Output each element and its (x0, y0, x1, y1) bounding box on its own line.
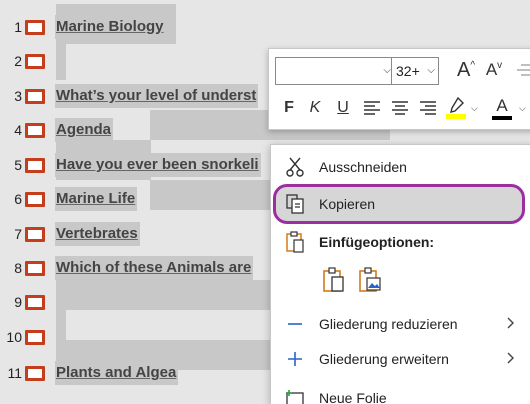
outline-row[interactable]: 6 Marine Life (0, 184, 138, 214)
new-slide-icon (271, 389, 319, 404)
grow-font-label: A (456, 58, 471, 81)
outline-row[interactable]: 10 (0, 322, 55, 352)
selection-block (56, 40, 66, 80)
slide-icon[interactable] (25, 88, 45, 104)
menu-item-copy[interactable]: Kopieren (271, 187, 530, 221)
slide-title[interactable]: Which of these Animals are (55, 256, 254, 280)
menu-item-label: Gliederung erweitern (319, 351, 449, 367)
slide-title[interactable]: Have you ever been snorkeli (55, 153, 261, 177)
slide-title[interactable]: Marine Life (55, 187, 138, 211)
highlighter-icon[interactable] (445, 93, 467, 123)
clipboard-icon (271, 231, 319, 253)
outline-row[interactable]: 4 Agenda (0, 115, 114, 145)
chevron-right-icon (507, 316, 530, 332)
slide-title[interactable]: Agenda (55, 118, 114, 142)
font-name-combobox[interactable]: ⌵ (275, 57, 395, 85)
outline-row[interactable]: 7 Vertebrates (0, 219, 140, 249)
scissors-icon (271, 157, 319, 177)
slide-number: 3 (14, 88, 22, 104)
italic-button[interactable]: K (305, 95, 325, 121)
paste-keep-source-button[interactable] (319, 265, 349, 295)
menu-item-collapse[interactable]: Gliederung reduzieren (271, 307, 530, 341)
chevron-down-icon[interactable]: ⌵ (471, 103, 478, 114)
selection-block (56, 280, 271, 310)
slide-title[interactable]: Plants and Algea (55, 361, 179, 385)
paste-picture-icon (359, 267, 381, 292)
underline-button[interactable]: U (333, 95, 353, 121)
selection-block (150, 180, 270, 210)
menu-item-label: Ausschneiden (319, 159, 407, 175)
minus-icon (271, 322, 319, 326)
slide-icon[interactable] (25, 157, 45, 173)
copy-icon (271, 194, 319, 214)
slide-icon[interactable] (25, 19, 45, 35)
slide-number: 2 (14, 53, 22, 69)
align-left-icon[interactable] (361, 95, 383, 121)
slide-number: 11 (7, 365, 22, 381)
shrink-font-button[interactable]: Av (483, 58, 505, 82)
slide-icon[interactable] (25, 329, 45, 345)
slide-icon[interactable] (25, 365, 45, 381)
outline-row[interactable]: 9 (0, 287, 55, 317)
chevron-down-icon[interactable]: ⌵ (427, 65, 435, 76)
outline-row[interactable]: 1 Marine Biology (0, 12, 166, 42)
slide-number: 8 (14, 260, 22, 276)
mini-toolbar: ⌵ 32+ ⌵ A ^ Av F K U ⌵ A ⌵ (268, 48, 530, 130)
chevron-right-icon (507, 351, 530, 367)
slide-icon[interactable] (25, 53, 45, 69)
shrink-font-label: A (485, 60, 498, 79)
slide-number: 1 (14, 19, 22, 35)
slide-title[interactable]: Marine Biology (55, 15, 166, 39)
menu-item-label: Neue Folie (319, 390, 387, 404)
outline-row[interactable]: 2 (0, 46, 55, 76)
menu-item-label: Gliederung reduzieren (319, 316, 458, 332)
slide-icon[interactable] (25, 191, 45, 207)
align-right-icon[interactable] (417, 95, 439, 121)
plus-icon (271, 351, 319, 367)
slide-number: 7 (14, 226, 22, 242)
slide-title[interactable]: What’s your level of underst (55, 84, 259, 108)
outline-row[interactable]: 5 Have you ever been snorkeli (0, 150, 261, 180)
slide-icon[interactable] (25, 260, 45, 276)
menu-item-label: Kopieren (319, 196, 376, 212)
slide-number: 4 (14, 122, 22, 138)
paste-options-header: Einfügeoptionen: (271, 225, 530, 259)
outline-row[interactable]: 3 What’s your level of underst (0, 81, 259, 111)
font-size-value: 32+ (396, 63, 420, 79)
paste-keep-source-icon (323, 267, 344, 292)
font-size-combobox[interactable]: 32+ ⌵ (391, 57, 439, 85)
caret-up-icon: ^ (470, 59, 476, 71)
caret-down-icon: v (497, 59, 503, 71)
context-menu: Ausschneiden Kopieren Einfügeoptionen: G… (270, 144, 530, 404)
slide-icon[interactable] (25, 122, 45, 138)
slide-number: 6 (14, 191, 22, 207)
paste-as-picture-button[interactable] (355, 265, 385, 295)
slide-number: 10 (6, 329, 22, 345)
menu-item-expand[interactable]: Gliederung erweitern (271, 342, 530, 376)
slide-icon[interactable] (25, 294, 45, 310)
align-center-icon[interactable] (389, 95, 411, 121)
chevron-down-icon[interactable]: ⌵ (383, 65, 391, 76)
list-icon[interactable] (513, 58, 530, 82)
font-color-button[interactable]: A (491, 93, 513, 123)
slide-title[interactable]: Vertebrates (55, 222, 140, 246)
slide-number: 9 (14, 294, 22, 310)
menu-item-new-slide[interactable]: Neue Folie (271, 381, 530, 404)
bold-button[interactable]: F (279, 95, 299, 121)
outline-row[interactable]: 11 Plants and Algea (0, 358, 179, 388)
grow-font-button[interactable]: A ^ (455, 58, 477, 82)
menu-item-cut[interactable]: Ausschneiden (271, 150, 530, 184)
font-color-label: A (496, 96, 508, 115)
chevron-down-icon[interactable]: ⌵ (519, 103, 526, 114)
slide-number: 5 (14, 157, 22, 173)
slide-icon[interactable] (25, 226, 45, 242)
outline-row[interactable]: 8 Which of these Animals are (0, 253, 254, 283)
paste-options-label: Einfügeoptionen: (319, 234, 435, 250)
font-color-swatch (492, 116, 512, 120)
